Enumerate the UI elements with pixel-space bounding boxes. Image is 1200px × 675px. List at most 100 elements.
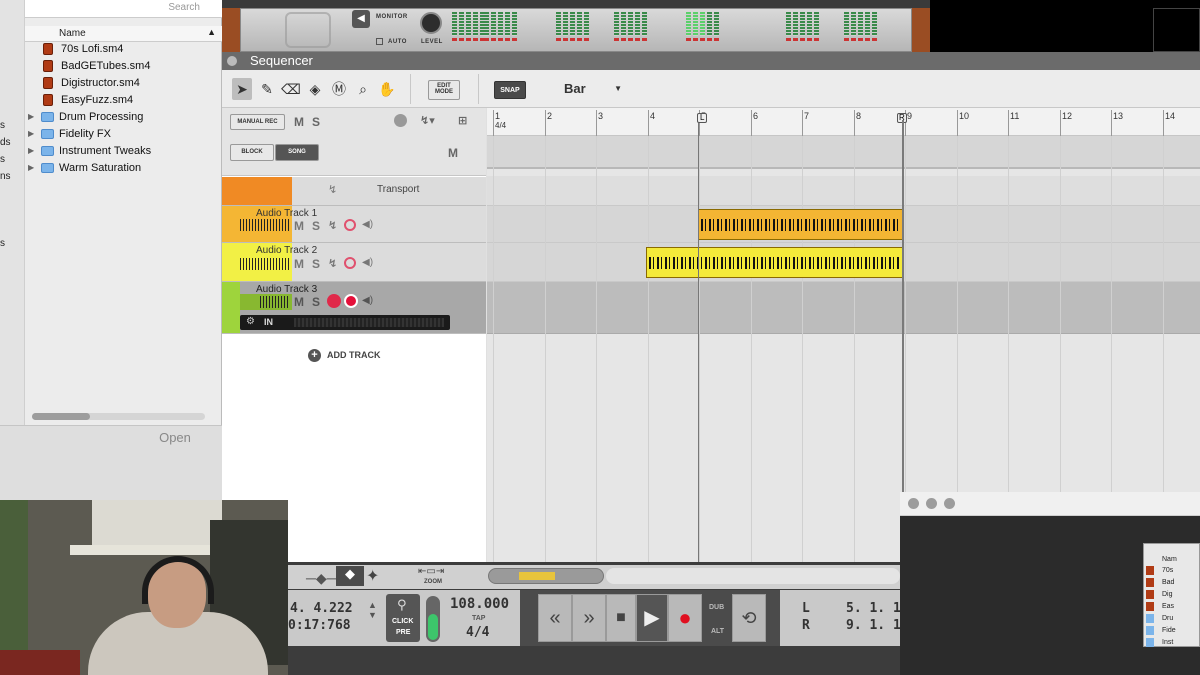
add-icon[interactable] xyxy=(394,114,407,127)
mini-folder-name[interactable]: Inst xyxy=(1162,639,1173,646)
collapse-icon[interactable] xyxy=(227,56,237,66)
solo-all-button[interactable]: S xyxy=(312,115,320,129)
audio-track-row[interactable]: Audio Track 2 M S ↯ ◀) xyxy=(222,243,486,282)
automation-icon[interactable]: ↯ xyxy=(328,219,337,232)
disclosure-triangle-icon[interactable]: ▶ xyxy=(28,163,34,172)
eraser-tool-icon[interactable]: ⌫ xyxy=(281,78,301,100)
mini-folder-name[interactable]: Fide xyxy=(1162,627,1176,634)
mute-all-button[interactable]: M xyxy=(294,115,304,129)
scrollbar-thumb[interactable] xyxy=(32,413,90,420)
folder-row[interactable]: ▶ Warm Saturation xyxy=(25,160,222,177)
file-row[interactable]: 70s Lofi.sm4 xyxy=(25,41,222,58)
volume-icon[interactable]: ◀) xyxy=(362,295,373,306)
file-row[interactable]: BadGETubes.sm4 xyxy=(25,58,222,75)
record-button[interactable]: ● xyxy=(668,594,702,642)
waveform-small-icon[interactable]: ─◆─ xyxy=(306,570,337,587)
block-button[interactable]: BLOCK xyxy=(230,144,274,161)
overview-track[interactable] xyxy=(606,568,900,584)
loop-toggle-icon[interactable]: ⟲ xyxy=(732,594,766,642)
grid-icon[interactable]: ⊞ xyxy=(458,114,467,127)
name-column-header[interactable]: Name ▲ xyxy=(25,26,222,42)
mute-button[interactable]: M xyxy=(294,219,304,233)
minimize-window-icon[interactable] xyxy=(926,498,937,509)
razor-tool-icon[interactable]: ◈ xyxy=(305,78,325,100)
click-button[interactable]: ⚲ CLICK PRE xyxy=(386,594,420,642)
input-selector[interactable]: ⚙ IN xyxy=(240,315,450,330)
stop-button[interactable]: ■ xyxy=(606,594,636,642)
time-display[interactable]: 0:17:768 xyxy=(288,618,351,633)
level-knob[interactable] xyxy=(420,12,442,34)
mini-folder-name[interactable]: Dru xyxy=(1162,615,1173,622)
mini-file-name[interactable]: Dig xyxy=(1162,591,1173,598)
close-window-icon[interactable] xyxy=(908,498,919,509)
magnify-tool-icon[interactable]: ⌕ xyxy=(353,78,373,100)
auto-checkbox[interactable] xyxy=(376,38,383,45)
add-track-button[interactable]: + ADD TRACK xyxy=(308,349,381,362)
record-enable-button[interactable] xyxy=(344,294,358,308)
audio-clip[interactable] xyxy=(646,247,903,278)
track-lane-selected[interactable] xyxy=(487,282,1200,334)
play-button[interactable]: ▶ xyxy=(636,594,668,642)
master-mute-button[interactable]: M xyxy=(448,146,458,160)
song-overview-scrubber[interactable] xyxy=(488,568,604,584)
waveform-medium-icon[interactable]: ◆ xyxy=(336,566,364,586)
disclosure-triangle-icon[interactable]: ▶ xyxy=(28,112,34,121)
zoom-window-icon[interactable] xyxy=(944,498,955,509)
file-row[interactable]: Digistructor.sm4 xyxy=(25,75,222,92)
mini-column-header[interactable]: Nam xyxy=(1162,556,1177,563)
mini-file-name[interactable]: Bad xyxy=(1162,579,1174,586)
sidebar-fragment[interactable]: ns xyxy=(0,171,11,182)
waveform-large-icon[interactable]: ✦ xyxy=(366,566,379,586)
loop-right-value[interactable]: 9. 1. 1 xyxy=(846,618,901,633)
select-tool-icon[interactable]: ➤ xyxy=(232,78,252,100)
folder-row[interactable]: ▶ Fidelity FX xyxy=(25,126,222,143)
disclosure-triangle-icon[interactable]: ▶ xyxy=(28,129,34,138)
position-display[interactable]: 4. 4.222 xyxy=(290,601,353,616)
alt-button[interactable]: ALT xyxy=(711,628,724,635)
sidebar-fragment[interactable]: s xyxy=(0,120,5,131)
sidebar-fragment[interactable]: s xyxy=(0,154,5,165)
loop-left-marker[interactable]: L xyxy=(697,113,707,123)
mini-file-name[interactable]: Eas xyxy=(1162,603,1174,610)
disclosure-triangle-icon[interactable]: ▶ xyxy=(28,146,34,155)
audio-track-row-selected[interactable]: Audio Track 3 M S ◀) ⚙ IN xyxy=(222,282,486,334)
edit-mode-button[interactable]: EDIT MODE xyxy=(428,80,460,100)
automation-icon[interactable]: ↯▾ xyxy=(420,114,435,127)
zoom-icon[interactable]: ⇤▭⇥ xyxy=(418,566,444,577)
click-level-slider[interactable] xyxy=(426,596,440,642)
volume-icon[interactable]: ◀) xyxy=(362,257,373,268)
mute-tool-icon[interactable]: Ⓜ xyxy=(329,78,349,100)
sidebar-fragment[interactable]: ds xyxy=(0,137,11,148)
mute-button[interactable]: M xyxy=(294,295,304,309)
signature-display[interactable]: 4/4 xyxy=(466,625,489,640)
folder-row[interactable]: ▶ Instrument Tweaks xyxy=(25,143,222,160)
audio-track-row[interactable]: Audio Track 1 M S ↯ ◀) xyxy=(222,206,486,243)
solo-button[interactable]: S xyxy=(312,219,320,233)
tap-button[interactable]: TAP xyxy=(472,615,485,622)
snap-button[interactable]: SNAP xyxy=(494,81,526,99)
volume-icon[interactable]: ◀) xyxy=(362,219,373,230)
loop-left-value[interactable]: 5. 1. 1 xyxy=(846,601,901,616)
record-enable-button[interactable] xyxy=(344,257,356,269)
search-field[interactable]: Search xyxy=(25,0,222,18)
snap-value-select[interactable]: Bar ▼ xyxy=(564,81,626,99)
speaker-icon[interactable]: ◀ xyxy=(352,10,370,28)
dub-button[interactable]: DUB xyxy=(709,604,724,611)
fast-forward-button[interactable]: » xyxy=(572,594,606,642)
transport-track[interactable]: ↯ Transport xyxy=(222,177,486,206)
rewind-button[interactable]: « xyxy=(538,594,572,642)
mute-button[interactable]: M xyxy=(294,257,304,271)
song-button[interactable]: SONG xyxy=(275,144,319,161)
manual-rec-button[interactable]: MANUAL REC xyxy=(230,114,285,130)
tempo-display[interactable]: 108.000 xyxy=(450,596,509,612)
sidebar-fragment[interactable]: s xyxy=(0,238,5,249)
file-row[interactable]: EasyFuzz.sm4 xyxy=(25,92,222,109)
record-enable-button[interactable] xyxy=(344,219,356,231)
automation-active-icon[interactable] xyxy=(327,294,341,308)
bar-ruler[interactable] xyxy=(487,108,1200,136)
pencil-tool-icon[interactable]: ✎ xyxy=(257,78,277,100)
audio-clip[interactable] xyxy=(698,209,903,240)
position-stepper-icon[interactable]: ▲ ▼ xyxy=(368,600,377,620)
mini-file-name[interactable]: 70s xyxy=(1162,567,1173,574)
automation-icon[interactable]: ↯ xyxy=(328,257,337,270)
